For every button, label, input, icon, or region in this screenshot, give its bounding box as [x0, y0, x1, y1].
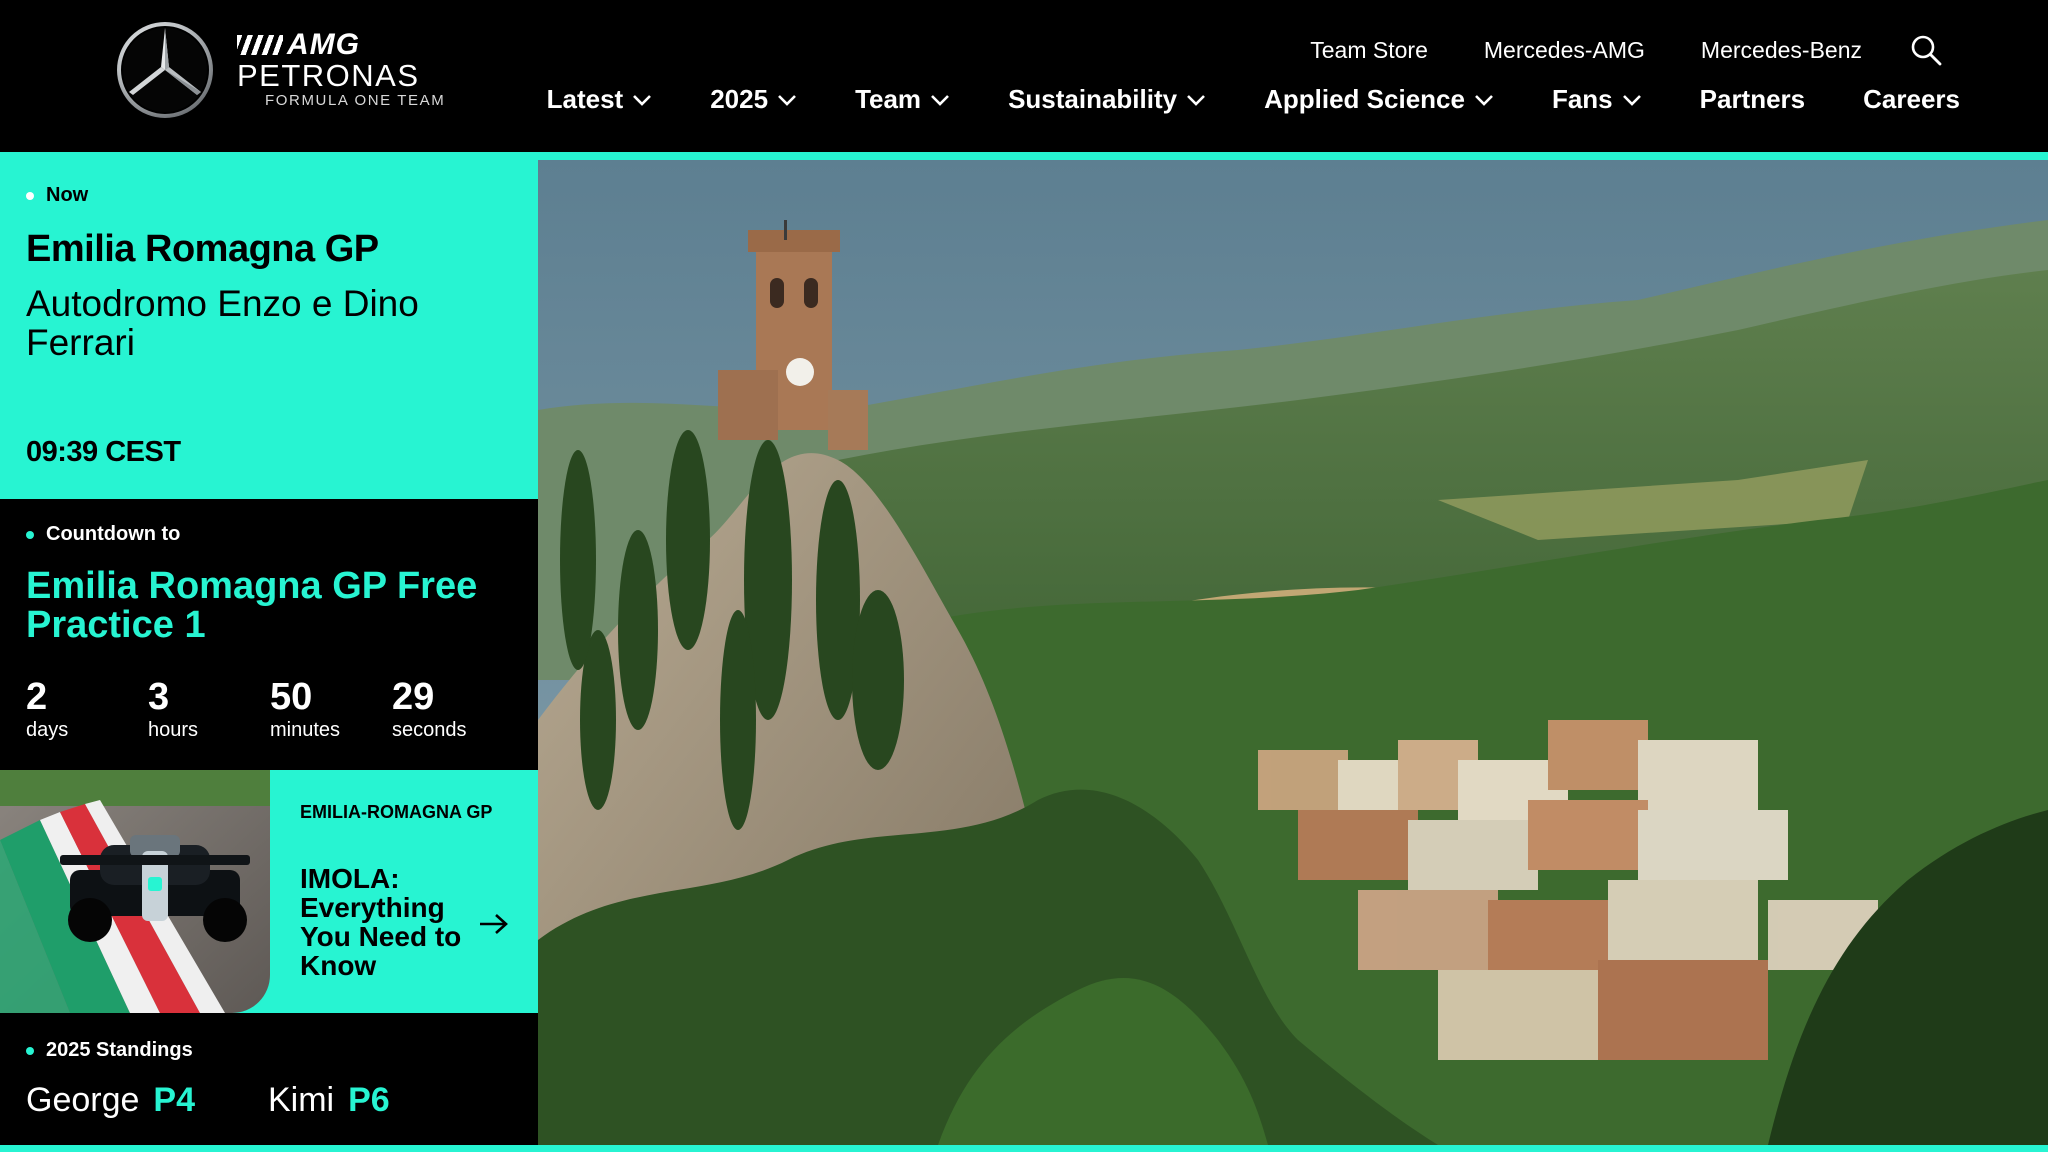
nav-item-applied-science[interactable]: Applied Science [1264, 84, 1494, 115]
countdown-label: hours [148, 719, 199, 741]
countdown-eyebrow-label: Countdown to [46, 523, 181, 545]
search-icon [1911, 35, 1942, 66]
chevron-down-icon [1475, 94, 1493, 106]
main-nav: Latest 2025 Team Sustainability Applied … [547, 84, 1960, 115]
countdown-timer: 2 days 3 hours 50 minutes 29 seconds [26, 677, 514, 743]
nav-item-2025[interactable]: 2025 [710, 84, 797, 115]
nav-item-label: Sustainability [1008, 84, 1178, 114]
utility-link-mercedes-benz[interactable]: Mercedes-Benz [1701, 37, 1862, 64]
nav-item-label: 2025 [710, 84, 769, 114]
nav-item-team[interactable]: Team [855, 84, 950, 115]
countdown-seconds: 29 seconds [392, 677, 514, 743]
status-dot-icon [26, 530, 34, 539]
amg-wordmark: AMG [237, 30, 360, 60]
countdown-value: 29 [392, 676, 435, 718]
countdown-eyebrow: Countdown to [26, 523, 180, 546]
nav-item-label: Latest [546, 84, 624, 114]
landscape-illustration [538, 160, 2048, 1145]
brand-wordmark: AMG PETRONAS FORMULA ONE TEAM [237, 30, 445, 110]
formula-one-team-text: FORMULA ONE TEAM [265, 92, 446, 109]
nav-item-sustainability[interactable]: Sustainability [1008, 84, 1206, 115]
countdown-hours: 3 hours [148, 677, 270, 743]
article-thumbnail-image [0, 770, 270, 1013]
site-header: AMG PETRONAS FORMULA ONE TEAM Team Store… [0, 0, 2048, 152]
nav-item-fans[interactable]: Fans [1552, 84, 1642, 115]
countdown-minutes: 50 minutes [270, 677, 392, 743]
chevron-down-icon [633, 94, 652, 106]
article-tag: EMILIA-ROMAGNA GP [300, 802, 493, 822]
hero-image [538, 160, 2048, 1145]
petronas-text: PETRONAS [237, 58, 420, 93]
arrow-right-icon [480, 914, 508, 934]
driver-position: P4 [153, 1081, 195, 1119]
nav-item-label: Careers [1863, 84, 1960, 114]
utility-link-team-store[interactable]: Team Store [1310, 37, 1428, 64]
driver-standing-george[interactable]: George P4 [26, 1081, 195, 1120]
standings-eyebrow: 2025 Standings [26, 1039, 193, 1062]
nav-item-label: Fans [1551, 84, 1613, 114]
hero-frame-accent [538, 152, 2048, 160]
driver-name: Kimi [268, 1081, 335, 1119]
nav-item-label: Applied Science [1264, 84, 1465, 114]
utility-link-mercedes-amg[interactable]: Mercedes-AMG [1484, 37, 1645, 64]
standings-panel: 2025 Standings George P4 Kimi P6 [0, 1013, 538, 1145]
search-button[interactable] [1910, 34, 1942, 66]
chevron-down-icon [1187, 94, 1206, 106]
current-race-name: Emilia Romagna GP [26, 228, 379, 270]
nav-item-careers[interactable]: Careers [1863, 84, 1960, 115]
nav-item-latest[interactable]: Latest [547, 84, 653, 115]
utility-nav: Team Store Mercedes-AMG Mercedes-Benz [1254, 34, 1942, 66]
bottom-accent-bar [0, 1145, 2048, 1152]
countdown-label: seconds [392, 719, 467, 741]
countdown-label: minutes [270, 719, 341, 741]
now-eyebrow-label: Now [46, 184, 89, 206]
now-panel: Now Emilia Romagna GP Autodromo Enzo e D… [0, 152, 538, 499]
driver-standing-kimi[interactable]: Kimi P6 [268, 1081, 390, 1120]
chevron-down-icon [931, 94, 949, 106]
standings-eyebrow-label: 2025 Standings [46, 1039, 193, 1061]
race-car-thumbnail-icon [0, 770, 270, 1013]
driver-name: George [26, 1081, 140, 1119]
countdown-value: 50 [270, 676, 313, 718]
nav-item-label: Team [855, 84, 922, 114]
countdown-panel: Countdown to Emilia Romagna GP Free Prac… [0, 499, 538, 770]
chevron-down-icon [778, 94, 796, 106]
countdown-days: 2 days [26, 677, 148, 743]
article-title: IMOLA: Everything You Need to Know [300, 863, 462, 981]
amg-stripes-icon [237, 35, 283, 55]
countdown-value: 2 [26, 676, 48, 718]
chevron-down-icon [1622, 94, 1641, 106]
nav-item-partners[interactable]: Partners [1700, 84, 1806, 115]
local-time: 09:39 CEST [26, 436, 181, 468]
mercedes-star-logo-icon [117, 22, 213, 118]
countdown-value: 3 [148, 676, 170, 718]
now-eyebrow: Now [26, 184, 88, 207]
status-dot-icon [26, 191, 34, 200]
circuit-name: Autodromo Enzo e Dino Ferrari [26, 283, 419, 363]
amg-text: AMG [287, 28, 360, 61]
status-dot-icon [26, 1046, 34, 1055]
team-logo[interactable]: AMG PETRONAS FORMULA ONE TEAM [115, 20, 445, 120]
nav-item-label: Partners [1699, 84, 1806, 114]
article-card[interactable]: EMILIA-ROMAGNA GP IMOLA: Everything You … [0, 770, 538, 1013]
driver-position: P6 [348, 1081, 390, 1119]
countdown-session-name: Emilia Romagna GP Free Practice 1 [26, 565, 478, 646]
countdown-label: days [26, 719, 69, 741]
